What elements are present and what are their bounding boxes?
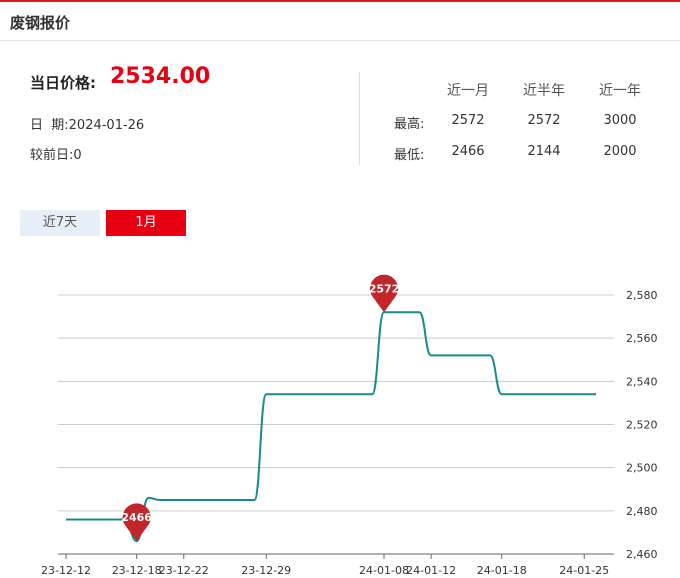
stats-low-halfyear: 2144 <box>527 144 561 159</box>
panel-title: 废钢报价 <box>10 14 71 32</box>
y-tick-label: 2,580 <box>626 289 658 302</box>
y-tick-label: 2,480 <box>626 505 658 518</box>
panel-header: 废钢报价 <box>0 2 680 41</box>
stats-high-halfyear: 2572 <box>527 113 561 128</box>
y-tick-label: 2,460 <box>626 548 658 561</box>
price-line-chart: 2,460 2,480 2,500 2,520 2,540 2,560 2,580 23-12… <box>41 274 658 577</box>
y-tick-label: 2,540 <box>626 375 658 388</box>
x-tick-label: 24-01-12 <box>406 564 456 577</box>
price-value: 2534.00 <box>110 64 211 89</box>
x-tick-label: 23-12-29 <box>241 564 291 577</box>
stats-low-label: 最低: <box>394 148 425 163</box>
change-value: 0 <box>73 148 82 163</box>
stats-col-halfyear: 近半年 <box>523 83 565 99</box>
date-row: 日 期:2024-01-26 <box>30 114 144 133</box>
x-tick-label: 23-12-18 <box>112 564 162 577</box>
date-value: 2024-01-26 <box>68 118 145 133</box>
x-tick-label: 24-01-08 <box>359 564 409 577</box>
change-label: 较前日: <box>30 148 74 163</box>
x-tick-label: 24-01-25 <box>559 564 609 577</box>
stats-col-year: 近一年 <box>599 83 641 99</box>
change-row: 较前日:0 <box>30 144 82 163</box>
x-tick-label: 24-01-18 <box>477 564 527 577</box>
x-tick-label: 23-12-22 <box>159 564 209 577</box>
tab-1-month[interactable]: 1月 <box>106 210 186 236</box>
stats-high-month: 2572 <box>451 113 485 128</box>
stats-col-month: 近一月 <box>447 83 489 99</box>
marker-label: 2572 <box>369 282 400 295</box>
divider <box>359 72 360 165</box>
stats-low-year: 2000 <box>603 144 637 159</box>
price-label: 当日价格: <box>30 74 96 92</box>
stats-high-year: 3000 <box>603 113 637 128</box>
stats-high-label: 最高: <box>394 117 425 132</box>
y-tick-label: 2,500 <box>626 462 658 475</box>
y-tick-label: 2,560 <box>626 332 658 345</box>
tab-7-days[interactable]: 近7天 <box>20 210 100 236</box>
x-tick-label: 23-12-12 <box>41 564 91 577</box>
stats-low-month: 2466 <box>451 144 485 159</box>
marker-label: 2466 <box>121 511 152 524</box>
date-label: 日 期: <box>30 118 69 133</box>
y-tick-label: 2,520 <box>626 419 658 432</box>
